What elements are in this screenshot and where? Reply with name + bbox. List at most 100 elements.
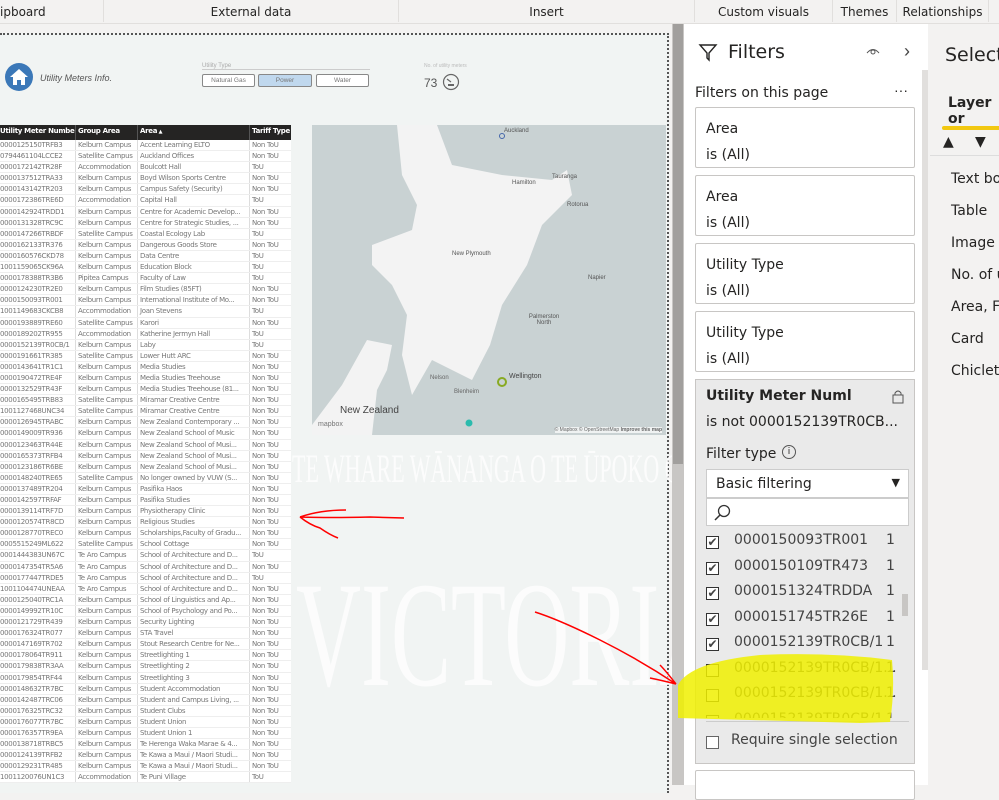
table-row[interactable]: 0000123463TR44E Kelburn Campus New Zealand… <box>0 439 291 451</box>
table-row[interactable]: 1001104474UNEAA Te Aro Campus School of Ar… <box>0 583 291 595</box>
column-header-area[interactable]: Area ▲ <box>138 125 250 140</box>
layer-item[interactable]: Image <box>951 235 995 251</box>
table-row[interactable]: 1001149683CKCB8 Accommodation Joan Stevens… <box>0 306 291 318</box>
table-row[interactable]: 0000179854TRF44 Kelburn Campus Streetlight… <box>0 672 291 684</box>
scrollbar-thumb[interactable] <box>673 24 683 464</box>
table-row[interactable]: 0000165495TRB83 Satellite Campus Miramar C… <box>0 395 291 407</box>
table-row[interactable]: 0000147169TR702 Kelburn Campus Stout Resea… <box>0 639 291 651</box>
table-row[interactable]: 0000176325TRC32 Kelburn Campus Student Clu… <box>0 705 291 717</box>
filter-list-scrollbar[interactable] <box>902 594 908 616</box>
table-row[interactable]: 0000148240TRE65 Satellite Campus No longer… <box>0 472 291 484</box>
table-row[interactable]: 0794461104LCCE2 Satellite Campus Auckland … <box>0 151 291 163</box>
tab-layer-order[interactable]: Layer or <box>948 95 999 127</box>
table-row[interactable]: 0000121729TR439 Kelburn Campus Security Li… <box>0 617 291 629</box>
table-row[interactable]: 0000176357TR9EA Kelburn Campus Student Uni… <box>0 727 291 740</box>
filter-value-item[interactable]: ✔ 0000152139TR0CB/1 1 <box>706 634 906 658</box>
table-row[interactable]: 0000178064TR911 Kelburn Campus Streetlight… <box>0 650 291 662</box>
table-row[interactable]: 0005515249ML622 Satellite Campus School Co… <box>0 539 291 551</box>
table-row[interactable]: 0000147266TRBDF Satellite Campus Coastal E… <box>0 228 291 240</box>
info-icon[interactable]: i <box>782 445 796 459</box>
unchecked-checkbox-icon[interactable] <box>706 663 719 677</box>
checked-checkbox-icon[interactable]: ✔ <box>706 638 719 651</box>
table-row[interactable]: 1001120076UN1C3 Accommodation Te Puni Vill… <box>0 772 291 784</box>
table-row[interactable]: 0000178388TR3B6 Pipitea Campus Faculty of … <box>0 273 291 285</box>
table-row[interactable]: 0000149992TR10C Kelburn Campus School of P… <box>0 605 291 618</box>
map-attribution[interactable]: © Mapbox © OpenStreetMap Improve this ma… <box>554 427 662 433</box>
table-row[interactable]: 1001127468UNC34 Satellite Campus Miramar C… <box>0 406 291 418</box>
eye-icon[interactable] <box>866 46 880 56</box>
layer-item[interactable]: Card <box>951 331 984 347</box>
table-row[interactable]: 0000131328TRC9C Kelburn Campus Centre for … <box>0 217 291 229</box>
table-row[interactable]: 0000165373TRFB4 Kelburn Campus New Zealand… <box>0 450 291 462</box>
table-row[interactable]: 0000172386TRE6D Accommodation Capital Hall… <box>0 195 291 207</box>
column-header-meter[interactable]: Utility Meter Number <box>0 125 76 140</box>
table-row[interactable]: 0001444383UN67C Te Aro Campus School of Ar… <box>0 550 291 562</box>
table-row[interactable]: 0000172142TR28F Accommodation Boulcott Hal… <box>0 162 291 174</box>
filter-card-utility-type-2[interactable]: Utility Type is (All) <box>695 311 915 372</box>
filter-value-item[interactable]: 0000152139TR0CB/11 <box>706 711 906 718</box>
table-row[interactable]: 0000142597TRFAF Kelburn Campus Pasifika St… <box>0 495 291 507</box>
canvas-scrollbar[interactable] <box>672 24 684 785</box>
layer-item[interactable]: Table <box>951 203 987 219</box>
layer-item[interactable]: No. of u <box>951 267 999 283</box>
table-row[interactable]: 0000137489TR204 Kelburn Campus Pasifika Ha… <box>0 483 291 495</box>
filter-search-input[interactable] <box>706 498 909 526</box>
table-row[interactable]: 0000129231TR485 Kelburn Campus Te Kawa a M… <box>0 761 291 773</box>
slicer-option-power[interactable]: Power <box>258 74 312 87</box>
table-row[interactable]: 0000138718TRBC5 Kelburn Campus Te Herenga … <box>0 739 291 751</box>
filter-type-dropdown[interactable]: Basic filtering ▼ <box>706 469 909 498</box>
table-row[interactable]: 0000123186TR6BE Kelburn Campus New Zealand… <box>0 461 291 473</box>
filter-value-item[interactable]: ✔ 0000151324TRDDA 1 <box>706 583 906 607</box>
table-row[interactable]: 0000120574TR8CD Kelburn Campus Religious S… <box>0 517 291 529</box>
layer-item[interactable]: ChicletS <box>951 363 999 379</box>
table-row[interactable]: 0000191661TR385 Satellite Campus Lower Hut… <box>0 350 291 362</box>
layer-item[interactable]: Area, Fi <box>951 299 999 315</box>
attribution-text[interactable]: © Mapbox © OpenStreetMap <box>555 427 620 433</box>
checked-checkbox-icon[interactable]: ✔ <box>706 612 719 626</box>
filter-value-item[interactable]: ✔ 0000150093TR001 1 <box>706 532 906 556</box>
table-row[interactable]: 0000147354TR5A6 Te Aro Campus School of Ar… <box>0 561 291 573</box>
checked-checkbox-icon[interactable]: ✔ <box>706 536 719 549</box>
table-row[interactable]: 1001159065CK96A Kelburn Campus Education B… <box>0 262 291 274</box>
table-row[interactable]: 0000143641TR1C1 Kelburn Campus Media Studi… <box>0 361 291 373</box>
filter-card-area-2[interactable]: Area is (All) <box>695 175 915 236</box>
filter-value-item[interactable]: 0000152139TR0CB/1... 1 <box>706 660 906 684</box>
column-header-tariff[interactable]: Tariff Type <box>250 125 290 140</box>
improve-map-link[interactable]: Improve this map <box>621 427 662 433</box>
table-row[interactable]: 0000128770TREC0 Kelburn Campus Scholarship… <box>0 528 291 540</box>
table-row[interactable]: 0000137512TRA33 Kelburn Campus Boyd Wilson… <box>0 173 291 185</box>
table-row[interactable]: 0000143142TR203 Kelburn Campus Campus Safe… <box>0 184 291 196</box>
filter-value-item[interactable]: ✔ 0000151745TR26E 1 <box>706 609 906 633</box>
table-row[interactable]: 0000139114TRF7D Kelburn Campus Physiothera… <box>0 506 291 518</box>
filters-scrollbar[interactable] <box>922 70 928 670</box>
table-row[interactable]: 0000125150TRFB3 Kelburn Campus Accent Lear… <box>0 140 291 152</box>
checked-checkbox-icon[interactable]: ✔ <box>706 561 719 575</box>
move-down-icon[interactable]: ▼ <box>975 134 986 150</box>
table-row[interactable]: 0000177447TRDE5 Te Aro Campus School of Ar… <box>0 572 291 584</box>
slicer-option-natural-gas[interactable]: Natural Gas <box>202 74 255 87</box>
table-row[interactable]: 0000189202TR955 Accommodation Katherine Je… <box>0 328 291 340</box>
table-row[interactable]: 0000124139TRFB2 Kelburn Campus Te Kawa a M… <box>0 750 291 762</box>
require-single-selection[interactable]: Require single selection <box>706 732 906 756</box>
filter-card-utility-type[interactable]: Utility Type is (All) <box>695 243 915 304</box>
filter-card-area[interactable]: Area is (All) <box>695 107 915 168</box>
table-row[interactable]: 0000125040TRC1A Kelburn Campus School of L… <box>0 594 291 606</box>
collapse-chevron-icon[interactable]: › <box>904 41 910 62</box>
table-row[interactable]: 0000132529TR43F Kelburn Campus Media Studi… <box>0 384 291 396</box>
move-up-icon[interactable]: ▲ <box>943 134 954 150</box>
filter-value-item[interactable]: 0000152139TR0CB/1... 1 <box>706 685 906 709</box>
table-row[interactable]: 0000124230TR2E0 Kelburn Campus Film Studie… <box>0 284 291 296</box>
map-visual[interactable]: Auckland Hamilton Tauranga Rotorua New P… <box>312 125 666 435</box>
require-single-checkbox[interactable] <box>706 736 719 749</box>
table-row[interactable]: 0000152139TR0CB/1 Kelburn Campus Laby ToU <box>0 339 291 351</box>
table-row[interactable]: 0000149009TR936 Kelburn Campus New Zealand… <box>0 428 291 440</box>
slicer-option-water[interactable]: Water <box>316 74 369 87</box>
table-row[interactable]: 0000176324TR077 Kelburn Campus STA Travel N… <box>0 628 291 640</box>
checked-checkbox-icon[interactable]: ✔ <box>706 587 719 600</box>
table-row[interactable]: 0000150093TR001 Kelburn Campus Internation… <box>0 295 291 307</box>
unchecked-checkbox-icon[interactable] <box>706 689 719 702</box>
table-row[interactable]: 0000190472TRE4F Kelburn Campus Media Studi… <box>0 372 291 385</box>
table-row[interactable]: 0000142487TRC06 Kelburn Campus Student and… <box>0 694 291 706</box>
table-row[interactable]: 0000148632TR7BC Kelburn Campus Student Acc… <box>0 683 291 695</box>
table-row[interactable]: 0000142924TRDD1 Kelburn Campus Centre for … <box>0 206 291 218</box>
